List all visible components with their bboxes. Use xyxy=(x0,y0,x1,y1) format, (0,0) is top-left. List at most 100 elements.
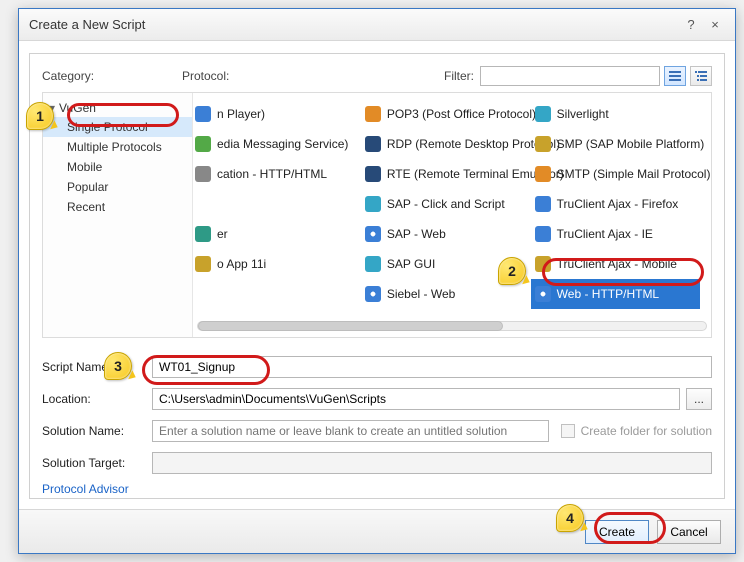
protocol-item-label: TruClient Ajax - Firefox xyxy=(557,197,679,211)
protocol-item-label: Silverlight xyxy=(557,107,609,121)
form-area: Script Name: Location: ... Solution Name… xyxy=(42,356,712,496)
protocol-icon xyxy=(195,256,211,272)
globe-icon xyxy=(535,286,551,302)
protocol-item-label: Siebel - Web xyxy=(387,287,455,301)
create-folder-label: Create folder for solution xyxy=(581,424,712,438)
truclient-mobile-icon xyxy=(535,256,551,272)
view-list-icon[interactable] xyxy=(664,66,686,86)
protocol-item-label: SMTP (Simple Mail Protocol) xyxy=(557,167,711,181)
category-root-label: VuGen xyxy=(59,101,96,115)
create-button[interactable]: Create xyxy=(585,520,649,544)
location-input[interactable] xyxy=(152,388,680,410)
dialog-footer: Create Cancel xyxy=(19,509,735,553)
protocol-item[interactable]: SAP GUI xyxy=(361,249,531,279)
smtp-icon xyxy=(535,166,551,182)
protocol-item-label: TruClient Ajax - IE xyxy=(557,227,653,241)
cancel-button[interactable]: Cancel xyxy=(657,520,721,544)
protocol-advisor-link[interactable]: Protocol Advisor xyxy=(42,482,129,496)
protocol-item-label: n Player) xyxy=(217,107,265,121)
solution-name-label: Solution Name: xyxy=(42,424,152,438)
close-icon[interactable]: × xyxy=(705,16,725,34)
category-item-recent[interactable]: Recent xyxy=(43,197,192,217)
dialog-title: Create a New Script xyxy=(29,17,677,32)
protocol-pane: n Player) edia Messaging Service) cation… xyxy=(193,93,711,337)
protocol-item[interactable]: SMTP (Simple Mail Protocol) xyxy=(531,159,701,189)
protocol-item[interactable]: RDP (Remote Desktop Protocol) xyxy=(361,129,531,159)
horizontal-scrollbar[interactable] xyxy=(197,321,707,335)
globe-icon xyxy=(365,286,381,302)
protocol-item[interactable]: TruClient Ajax - Firefox xyxy=(531,189,701,219)
protocol-item[interactable]: o App 11i xyxy=(193,249,361,279)
solution-target-label: Solution Target: xyxy=(42,456,152,470)
protocol-item-label: SAP - Click and Script xyxy=(387,197,505,211)
protocol-label: Protocol: xyxy=(182,69,444,83)
category-item-popular[interactable]: Popular xyxy=(43,177,192,197)
category-item-single-protocol[interactable]: Single Protocol xyxy=(43,117,192,137)
solution-name-input[interactable] xyxy=(152,420,549,442)
category-label: Category: xyxy=(42,69,182,83)
protocol-item-label: edia Messaging Service) xyxy=(217,137,348,151)
protocol-item-label: cation - HTTP/HTML xyxy=(217,167,327,181)
protocol-item-label: SMP (SAP Mobile Platform) xyxy=(557,137,705,151)
protocol-item[interactable]: Silverlight xyxy=(531,99,701,129)
protocol-item[interactable]: Siebel - Web xyxy=(361,279,531,309)
protocol-item-label: er xyxy=(217,227,228,241)
protocol-icon xyxy=(195,106,211,122)
truclient-icon xyxy=(535,196,551,212)
protocol-item-label: SAP GUI xyxy=(387,257,435,271)
protocol-item[interactable]: SAP - Web xyxy=(361,219,531,249)
checkbox-icon xyxy=(561,424,575,438)
terminal-icon xyxy=(365,166,381,182)
location-label: Location: xyxy=(42,392,152,406)
protocol-item[interactable]: SAP - Click and Script xyxy=(361,189,531,219)
protocol-item[interactable]: er xyxy=(193,219,361,249)
sap-gui-icon xyxy=(365,256,381,272)
category-root[interactable]: ▾ VuGen xyxy=(43,99,192,117)
solution-target-input xyxy=(152,452,712,474)
dialog-content: Category: Protocol: Filter: ▾ VuGen S xyxy=(29,53,725,499)
create-folder-checkbox[interactable]: Create folder for solution xyxy=(561,424,712,438)
truclient-icon xyxy=(535,226,551,242)
protocol-item[interactable]: cation - HTTP/HTML xyxy=(193,159,361,189)
dialog-titlebar: Create a New Script ? × xyxy=(19,9,735,41)
category-item-mobile[interactable]: Mobile xyxy=(43,157,192,177)
view-tree-icon[interactable] xyxy=(690,66,712,86)
silverlight-icon xyxy=(535,106,551,122)
protocol-item[interactable]: SMP (SAP Mobile Platform) xyxy=(531,129,701,159)
protocol-icon xyxy=(195,226,211,242)
sap-icon xyxy=(365,196,381,212)
filter-label: Filter: xyxy=(444,69,474,83)
protocol-item[interactable]: POP3 (Post Office Protocol) xyxy=(361,99,531,129)
chevron-down-icon: ▾ xyxy=(49,101,59,115)
protocol-column-1: POP3 (Post Office Protocol) RDP (Remote … xyxy=(361,99,531,331)
create-script-dialog: Create a New Script ? × Category: Protoc… xyxy=(18,8,736,554)
protocol-item[interactable]: edia Messaging Service) xyxy=(193,129,361,159)
category-item-multiple-protocols[interactable]: Multiple Protocols xyxy=(43,137,192,157)
browse-button[interactable]: ... xyxy=(686,388,712,410)
smp-icon xyxy=(535,136,551,152)
protocol-item[interactable]: RTE (Remote Terminal Emulator) xyxy=(361,159,531,189)
protocol-item[interactable] xyxy=(193,189,361,219)
mail-icon xyxy=(365,106,381,122)
protocol-column-0: n Player) edia Messaging Service) cation… xyxy=(193,99,361,331)
protocol-item-label: Web - HTTP/HTML xyxy=(557,287,659,301)
filter-input[interactable] xyxy=(480,66,660,86)
protocol-item[interactable]: TruClient Ajax - IE xyxy=(531,219,701,249)
protocol-item-label: o App 11i xyxy=(217,257,266,271)
top-labels-row: Category: Protocol: Filter: xyxy=(42,66,712,86)
help-icon[interactable]: ? xyxy=(681,16,701,34)
protocol-icon xyxy=(195,136,211,152)
protocol-item-label: SAP - Web xyxy=(387,227,446,241)
protocol-column-2: Silverlight SMP (SAP Mobile Platform) SM… xyxy=(531,99,701,331)
script-name-input[interactable] xyxy=(152,356,712,378)
category-pane: ▾ VuGen Single Protocol Multiple Protoco… xyxy=(43,93,193,337)
protocol-item-label: TruClient Ajax - Mobile xyxy=(557,257,677,271)
protocol-icon xyxy=(195,166,211,182)
script-name-label: Script Name: xyxy=(42,360,152,374)
globe-icon xyxy=(365,226,381,242)
protocol-item[interactable]: n Player) xyxy=(193,99,361,129)
protocol-item-web-http-html[interactable]: Web - HTTP/HTML xyxy=(531,279,701,309)
rdp-icon xyxy=(365,136,381,152)
selection-panes: ▾ VuGen Single Protocol Multiple Protoco… xyxy=(42,92,712,338)
protocol-item[interactable]: TruClient Ajax - Mobile xyxy=(531,249,701,279)
